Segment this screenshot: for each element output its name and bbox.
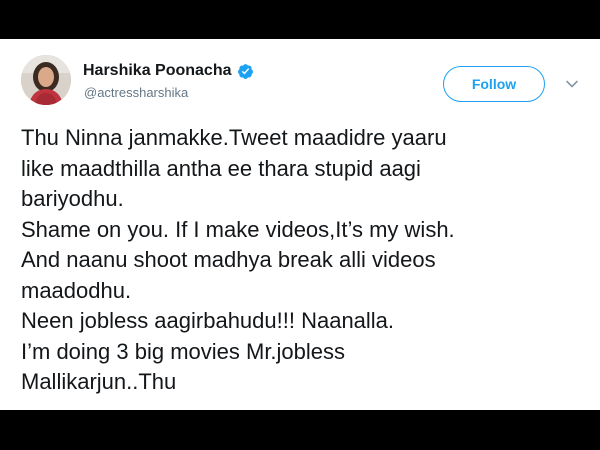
- tweet-text: Thu Ninna janmakke.Tweet maadidre yaaru …: [21, 123, 591, 398]
- tweet-text-line: I’m doing 3 big movies Mr.jobless: [21, 338, 346, 364]
- tweet-text-line: Neen jobless aagirbahudu!!! Naanalla.: [21, 308, 395, 333]
- tweet-text-line: bariyodhu.: [21, 186, 124, 211]
- follow-button[interactable]: Follow: [443, 66, 545, 102]
- tweet-text-line: Mallikarjun..Thu: [21, 369, 177, 394]
- tweet-text-line: Shame on you. If I make videos,It’s my w…: [21, 216, 455, 242]
- verified-badge-icon: [237, 63, 254, 80]
- author-display-name[interactable]: Harshika Poonacha: [83, 62, 232, 80]
- author-name-row[interactable]: Harshika Poonacha: [83, 60, 254, 82]
- chevron-down-icon[interactable]: [565, 77, 579, 91]
- tweet-text-line: And naanu shoot madhya break alli videos: [21, 247, 436, 272]
- avatar[interactable]: [21, 55, 71, 105]
- author-handle[interactable]: @actressharshika: [84, 85, 188, 100]
- tweet-text-line: Thu Ninna janmakke.Tweet maadidre yaaru: [21, 125, 447, 150]
- avatar-image: [21, 55, 71, 105]
- tweet-text-line: maadodhu.: [21, 277, 132, 303]
- tweet-card: Harshika Poonacha @actressharshika Follo…: [0, 39, 600, 410]
- tweet-text-line: like maadthilla antha ee thara stupid aa…: [21, 155, 421, 181]
- screenshot-frame: Harshika Poonacha @actressharshika Follo…: [0, 0, 600, 450]
